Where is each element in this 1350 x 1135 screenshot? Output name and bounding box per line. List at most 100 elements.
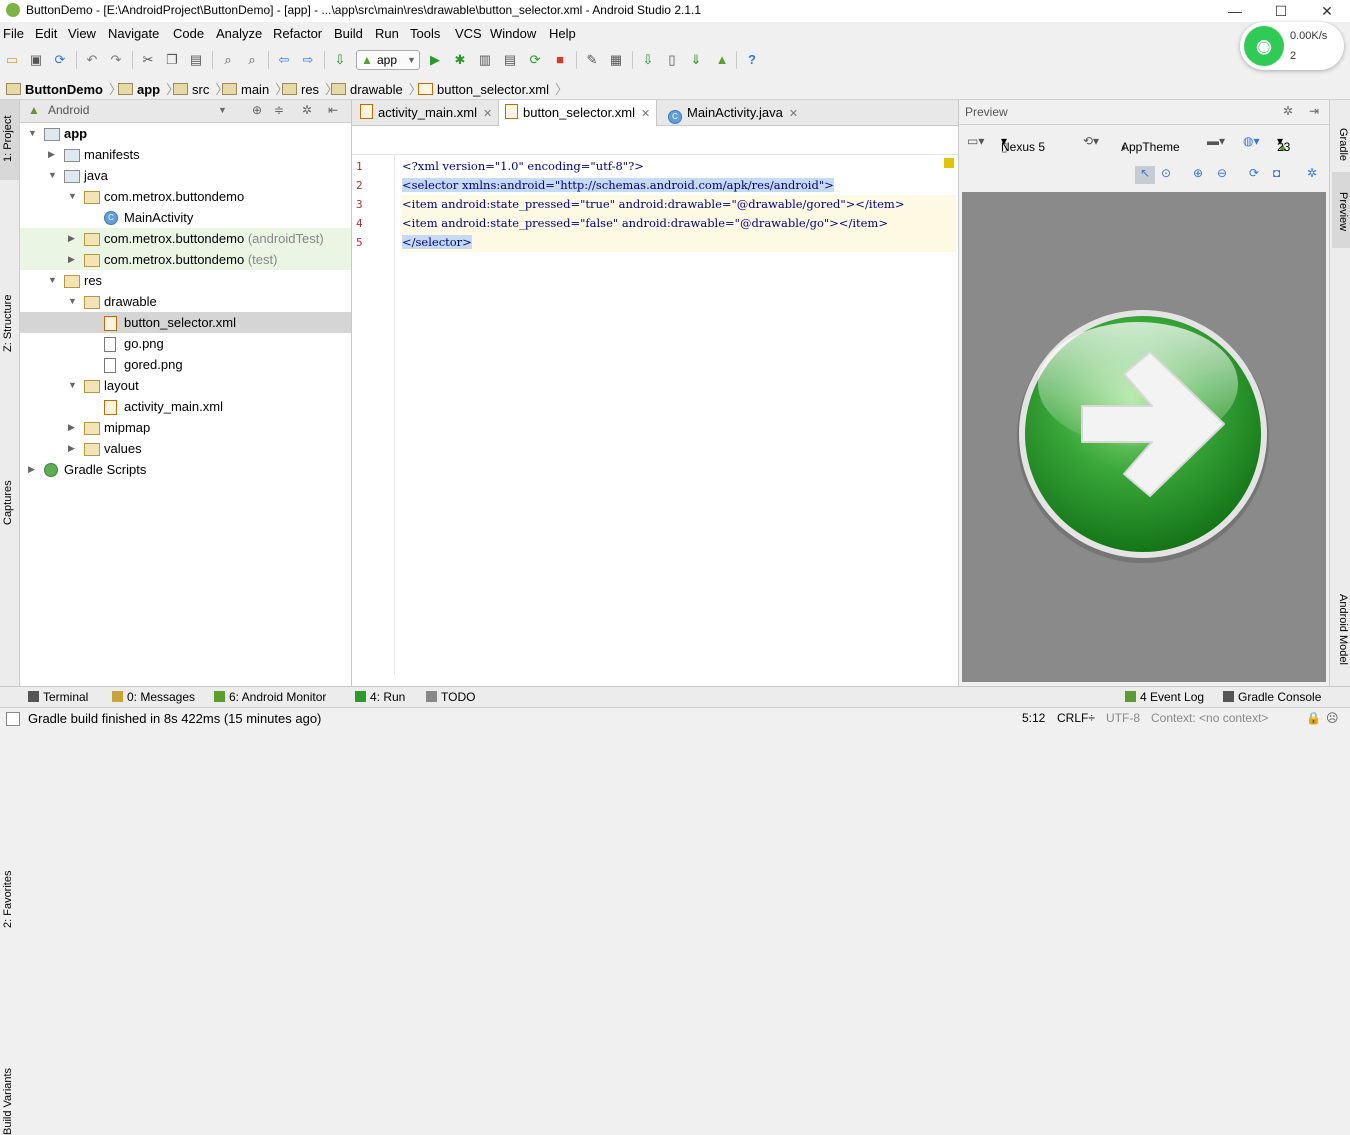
tree-item[interactable]: ▼ java <box>20 165 351 186</box>
find-icon[interactable]: ⌕ <box>220 52 236 68</box>
tab-run[interactable]: 4: Run <box>355 690 405 704</box>
breadcrumb-item-file[interactable]: button_selector.xml 〉 <box>418 79 568 97</box>
close-icon[interactable]: ✕ <box>641 108 650 120</box>
tab-gradle-console[interactable]: Gradle Console <box>1223 690 1321 704</box>
tab-button-selector[interactable]: button_selector.xml ✕ <box>498 100 658 126</box>
close-button[interactable]: ✕ <box>1304 0 1350 22</box>
chevron-down-icon[interactable]: ▼ <box>48 165 60 186</box>
menu-edit[interactable]: Edit <box>35 26 57 41</box>
tree-item[interactable]: ▼ layout <box>20 375 351 396</box>
tree-item[interactable]: ▶ com.metrox.buttondemo (test) <box>20 249 351 270</box>
menu-help[interactable]: Help <box>549 26 576 41</box>
run-icon[interactable]: ▶ <box>427 52 443 68</box>
tree-item[interactable]: ▼ res <box>20 270 351 291</box>
tab-android-model[interactable]: Android Model <box>1332 578 1350 678</box>
menu-file[interactable]: File <box>3 26 24 41</box>
menu-window[interactable]: Window <box>490 26 536 41</box>
breadcrumb-item-app[interactable]: app〉 <box>118 79 179 97</box>
collapse-icon[interactable]: ≑ <box>274 103 284 117</box>
tree-item[interactable]: ▶ mipmap <box>20 417 351 438</box>
context-indicator[interactable]: Context: <no context> <box>1151 711 1268 725</box>
code-line[interactable]: <item android:state_pressed="true" andro… <box>402 195 956 214</box>
tab-main-activity[interactable]: C MainActivity.java ✕ <box>668 100 798 125</box>
chevron-down-icon[interactable]: ▼ <box>68 186 80 207</box>
tree-item[interactable]: ▶ manifests <box>20 144 351 165</box>
breadcrumb-item-res[interactable]: res〉 <box>282 79 338 97</box>
chevron-right-icon[interactable]: ▶ <box>48 144 60 165</box>
tab-activity-main[interactable]: activity_main.xml ✕ <box>360 100 492 125</box>
sdk-icon[interactable]: ⇓ <box>688 52 704 68</box>
zoom-actual-icon[interactable]: ⊙ <box>1161 166 1171 180</box>
activity-icon[interactable]: ▬▾ <box>1207 134 1225 148</box>
tree-item[interactable]: button_selector.xml <box>20 312 351 333</box>
close-icon[interactable]: ✕ <box>483 108 492 120</box>
cut-icon[interactable]: ✂ <box>140 52 156 68</box>
menu-build[interactable]: Build <box>334 26 363 41</box>
line-separator[interactable]: CRLF÷ <box>1057 711 1095 725</box>
breadcrumb-item-main[interactable]: main〉 <box>222 79 288 97</box>
breadcrumb-item-src[interactable]: src〉 <box>173 79 228 97</box>
tree-item[interactable]: gored.png <box>20 354 351 375</box>
code-line[interactable]: <item android:state_pressed="false" andr… <box>402 214 956 233</box>
code-editor[interactable]: 1 <?xml version="1.0" encoding="utf-8"?> 2… <box>352 157 958 657</box>
tree-item[interactable]: ▶ values <box>20 438 351 459</box>
debug-icon[interactable]: ✱ <box>452 52 468 68</box>
caret-position[interactable]: 5:12 <box>1022 711 1045 725</box>
forward-icon[interactable]: ⇨ <box>300 52 316 68</box>
chevron-down-icon[interactable]: ▼ <box>68 291 80 312</box>
breadcrumb-item-project[interactable]: ButtonDemo 〉 <box>6 79 122 97</box>
chevron-right-icon[interactable]: ▶ <box>28 459 40 480</box>
tool-windows-icon[interactable] <box>6 712 20 726</box>
copy-icon[interactable]: ❐ <box>164 52 180 68</box>
hide-icon[interactable]: ⇥ <box>1309 104 1319 118</box>
menu-run[interactable]: Run <box>375 26 399 41</box>
save-icon[interactable]: ▣ <box>28 52 44 68</box>
redo-icon[interactable]: ↷ <box>108 52 124 68</box>
back-icon[interactable]: ⇦ <box>276 52 292 68</box>
tab-todo[interactable]: TODO <box>426 690 475 704</box>
chevron-right-icon[interactable]: ▶ <box>68 228 80 249</box>
menu-refactor[interactable]: Refactor <box>273 26 322 41</box>
tab-project[interactable]: 1: Project <box>0 100 19 180</box>
tab-structure[interactable]: Z: Structure <box>0 190 19 352</box>
warning-marker[interactable] <box>944 158 954 168</box>
open-icon[interactable]: ▭ <box>4 52 20 68</box>
undo-icon[interactable]: ↶ <box>84 52 100 68</box>
zoom-in-icon[interactable]: ⊕ <box>1193 166 1203 180</box>
toggle-icon[interactable]: ↖ <box>1135 166 1155 184</box>
device-monitor-icon[interactable]: ▲ <box>714 52 730 68</box>
replace-icon[interactable]: ⌕ <box>244 52 260 68</box>
code-line[interactable]: <?xml version="1.0" encoding="utf-8"?> <box>402 157 956 176</box>
inspector-icon[interactable]: ☹ <box>1326 711 1339 725</box>
apply-changes-icon[interactable]: ⟳ <box>527 52 543 68</box>
chevron-down-icon[interactable]: ▼ <box>68 375 80 396</box>
project-structure-icon[interactable]: ▦ <box>608 52 624 68</box>
zoom-out-icon[interactable]: ⊖ <box>1217 166 1227 180</box>
tab-build-variants[interactable]: Build Variants <box>0 580 19 1135</box>
make-icon[interactable]: ⇩ <box>332 52 348 68</box>
refresh-icon[interactable]: ⟳ <box>1249 166 1259 180</box>
lock-icon[interactable]: 🔒 <box>1306 711 1321 725</box>
design-surface-icon[interactable]: ▭▾ <box>967 134 984 148</box>
file-encoding[interactable]: UTF-8 <box>1106 711 1140 725</box>
chevron-down-icon[interactable]: ▼ <box>28 123 40 144</box>
sync-icon[interactable]: ⟳ <box>52 52 68 68</box>
breadcrumb-item-drawable[interactable]: drawable 〉 <box>331 79 422 97</box>
settings-icon[interactable]: ✎ <box>584 52 600 68</box>
tree-item[interactable]: ▼ app <box>20 123 351 144</box>
screenshot-icon[interactable]: ◘ <box>1273 166 1280 180</box>
help-icon[interactable]: ? <box>744 52 760 68</box>
menu-code[interactable]: Code <box>173 26 204 41</box>
tab-event-log[interactable]: 4 Event Log <box>1125 690 1204 704</box>
tree-item[interactable]: ▶ com.metrox.buttondemo (androidTest) <box>20 228 351 249</box>
menu-analyze[interactable]: Analyze <box>216 26 262 41</box>
locale-icon[interactable]: ◍▾ <box>1243 134 1260 148</box>
tree-item[interactable]: ▼ drawable <box>20 291 351 312</box>
project-view-select[interactable]: ▲ Android ▼ <box>28 103 228 119</box>
gear-icon[interactable]: ✲ <box>1283 104 1293 118</box>
tab-terminal[interactable]: Terminal <box>28 690 88 704</box>
stop-icon[interactable]: ■ <box>552 52 568 68</box>
gear-icon[interactable]: ✲ <box>1307 166 1317 180</box>
tab-favorites[interactable]: 2: Favorites <box>0 480 19 928</box>
tab-gradle[interactable]: Gradle <box>1332 106 1350 166</box>
